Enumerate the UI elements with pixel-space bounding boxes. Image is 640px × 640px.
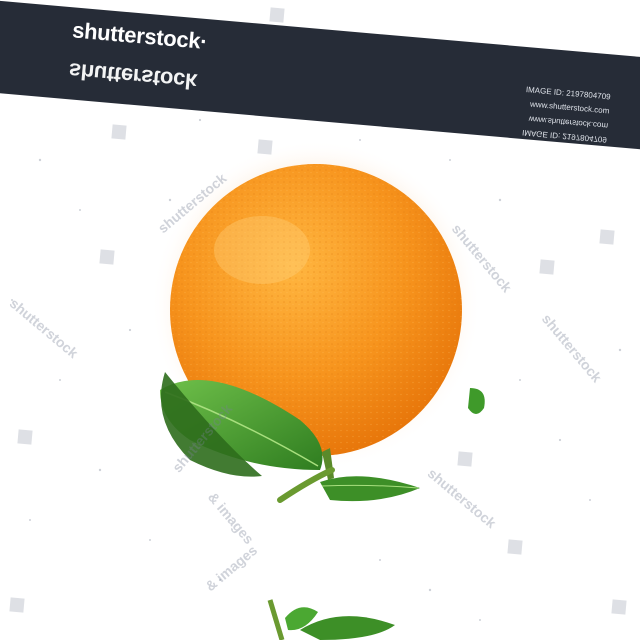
leaf-right — [320, 476, 420, 502]
orange-highlight — [214, 216, 310, 284]
branch-bottom — [267, 599, 285, 640]
leaf-small-far — [468, 388, 485, 414]
leaf-bottom — [300, 616, 395, 640]
stock-photo-canvas: shutterstock· shutterstock IMAGE ID: 219… — [0, 0, 640, 640]
